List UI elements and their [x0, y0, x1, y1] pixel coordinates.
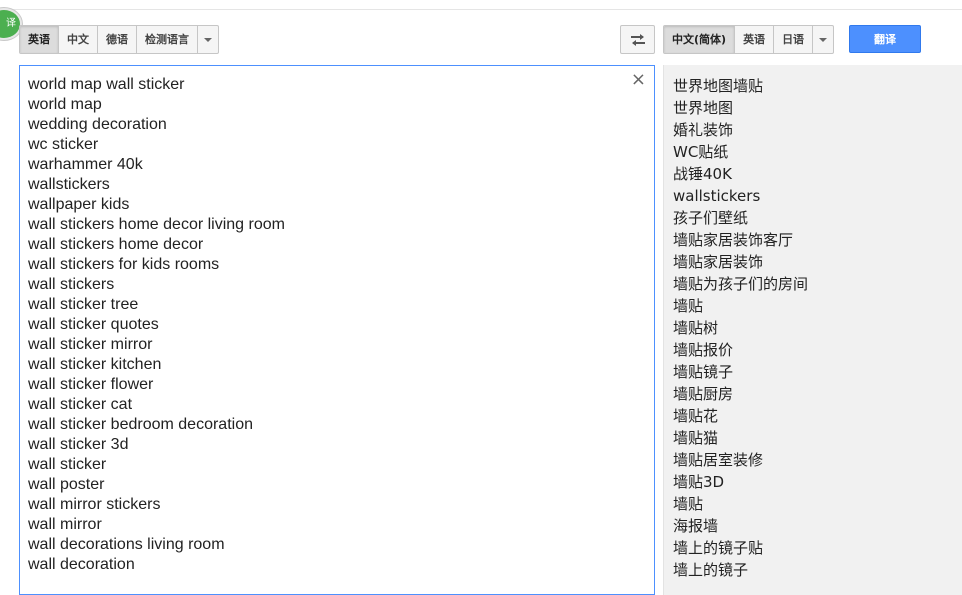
result-line: WC贴纸	[673, 143, 729, 161]
result-line: 海报墙	[673, 517, 719, 535]
result-text-lines: 世界地图墙贴 世界地图婚礼装饰 WC贴纸战锤40K wallstickers 孩子们壁纸…	[673, 75, 808, 581]
result-line: 墙贴居室装修	[673, 451, 764, 469]
source-language-bar: 英语 中文 德语 检测语言	[19, 25, 219, 54]
source-line: wall sticker tree	[28, 296, 139, 313]
chevron-down-icon	[204, 37, 212, 42]
target-lang-dropdown[interactable]	[813, 26, 833, 53]
source-line: wall sticker quotes	[28, 316, 159, 333]
result-line: 墙贴报价	[673, 341, 734, 359]
result-line: 墙上的镜子贴	[673, 539, 764, 557]
result-line: 墙贴	[673, 297, 704, 315]
result-line: 世界地图墙贴	[673, 77, 764, 95]
source-line: wall sticker 3d	[28, 436, 129, 453]
source-line: wall sticker flower	[28, 376, 154, 393]
source-line: wall mirror	[28, 516, 102, 533]
result-line: 婚礼装饰	[673, 121, 734, 139]
source-lang-chinese[interactable]: 中文	[59, 26, 98, 53]
result-line: 墙贴厨房	[673, 385, 734, 403]
result-line: 墙贴家居装饰客厅	[673, 231, 794, 249]
result-line: 孩子们壁纸	[673, 209, 749, 227]
source-line: wallstickers	[28, 176, 110, 193]
result-line: 世界地图	[673, 99, 734, 117]
top-divider	[0, 9, 962, 10]
source-line: wedding decoration	[28, 116, 167, 133]
result-line: 墙贴	[673, 495, 704, 513]
result-line: 墙贴树	[673, 319, 719, 337]
source-line: wall poster	[28, 476, 105, 493]
result-line: 墙贴镜子	[673, 363, 734, 381]
target-lang-japanese[interactable]: 日语	[774, 26, 814, 53]
source-line: world map	[28, 96, 102, 113]
result-line: 墙贴家居装饰	[673, 253, 764, 271]
source-line: wall sticker kitchen	[28, 356, 162, 373]
translation-result-area: 世界地图墙贴 世界地图婚礼装饰 WC贴纸战锤40K wallstickers 孩子们壁纸…	[663, 65, 962, 595]
swap-languages-button[interactable]	[620, 25, 655, 54]
close-icon[interactable]: ×	[631, 71, 646, 89]
source-lang-dropdown[interactable]	[198, 26, 218, 53]
source-text-lines: world map wall sticker world map wedding d…	[28, 75, 285, 575]
target-lang-chinese-simplified[interactable]: 中文(简体)	[664, 26, 736, 53]
source-lang-detect[interactable]: 检测语言	[137, 26, 198, 53]
result-line: 战锤40K	[673, 165, 732, 183]
chevron-down-icon	[819, 37, 828, 42]
source-line: wall stickers	[28, 276, 115, 293]
target-language-bar: 中文(简体) 英语 日语	[663, 25, 835, 54]
result-line: wallstickers	[673, 187, 761, 205]
result-line: 墙贴为孩子们的房间	[673, 275, 809, 293]
source-lang-english[interactable]: 英语	[20, 26, 59, 53]
source-line: wall stickers home decor living room	[28, 216, 285, 233]
source-line: wall stickers for kids rooms	[28, 256, 220, 273]
source-line: wall mirror stickers	[28, 496, 161, 513]
source-line: wall sticker mirror	[28, 336, 153, 353]
source-line: wall sticker bedroom decoration	[28, 416, 253, 433]
source-line: warhammer 40k	[28, 156, 143, 173]
source-text-area[interactable]: world map wall sticker world map wedding d…	[19, 65, 655, 595]
source-line: wall stickers home decor	[28, 236, 204, 253]
result-line: 墙上的镜子	[673, 561, 749, 579]
translate-button[interactable]: 翻译	[849, 25, 921, 53]
source-line: wall sticker cat	[28, 396, 133, 413]
source-line: wall sticker	[28, 456, 107, 473]
target-lang-english[interactable]: 英语	[735, 26, 775, 53]
result-line: 墙贴花	[673, 407, 719, 425]
source-lang-german[interactable]: 德语	[98, 26, 137, 53]
source-line: wc sticker	[28, 136, 99, 153]
source-line: world map wall sticker	[28, 76, 185, 93]
source-line: wallpaper kids	[28, 196, 130, 213]
swap-arrows-icon	[630, 33, 645, 46]
source-line: wall decoration	[28, 556, 135, 573]
result-line: 墙贴猫	[673, 429, 719, 447]
source-line: wall decorations living room	[28, 536, 225, 553]
result-line: 墙贴3D	[673, 473, 725, 491]
